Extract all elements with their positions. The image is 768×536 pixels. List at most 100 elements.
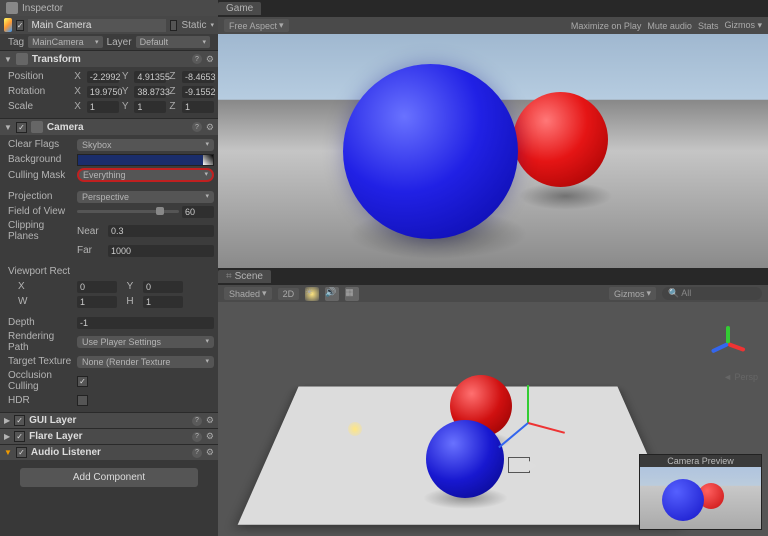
aspect-dropdown[interactable]: Free Aspect ▾ — [224, 19, 289, 32]
near-input[interactable]: 0.3 — [108, 225, 214, 237]
scale-x-input[interactable]: 1 — [87, 101, 119, 113]
gizmos-toggle[interactable]: Gizmos ▾ — [724, 20, 762, 31]
camera-enabled-checkbox[interactable]: ✓ — [16, 122, 27, 133]
audio-icon[interactable]: 🔊 — [325, 287, 339, 301]
red-sphere — [513, 92, 608, 187]
inspector-icon — [6, 2, 18, 14]
background-color-picker[interactable] — [77, 154, 214, 166]
orientation-gizmo[interactable] — [703, 317, 753, 367]
foldout-icon: ▼ — [4, 55, 12, 64]
mute-toggle[interactable]: Mute audio — [647, 21, 692, 31]
static-label: Static — [181, 20, 206, 31]
layer-label: Layer — [107, 37, 132, 48]
occlusion-label: Occlusion Culling — [4, 370, 74, 392]
hdr-label: HDR — [4, 395, 74, 406]
fx-icon[interactable]: ▦ — [345, 287, 359, 301]
tag-label: Tag — [8, 37, 24, 48]
depth-input[interactable]: -1 — [77, 317, 214, 329]
scene-view[interactable]: ◄ Persp Camera Preview — [218, 302, 768, 536]
clipping-label: Clipping Planes — [4, 220, 74, 242]
depth-label: Depth — [4, 317, 74, 328]
rendering-path-dropdown[interactable]: Use Player Settings — [77, 336, 214, 348]
flare-layer-header[interactable]: ▶✓Flare Layer?⚙ — [0, 429, 218, 444]
stats-toggle[interactable]: Stats — [698, 21, 719, 31]
rot-z-input[interactable]: -9.1552 — [182, 86, 214, 98]
pos-y-input[interactable]: 4.91355 — [134, 71, 166, 83]
inspector-title: Inspector — [22, 3, 63, 14]
transform-component: ▼ Transform ? ⚙ Position X-2.2992 Y4.913… — [0, 50, 218, 118]
target-texture-field[interactable]: None (Render Texture — [77, 356, 214, 368]
help-icon[interactable]: ? — [192, 122, 202, 132]
near-label: Near — [77, 226, 105, 237]
active-checkbox[interactable]: ✓ — [16, 20, 25, 31]
viewport-x-input[interactable]: 0 — [77, 281, 117, 293]
pos-x-input[interactable]: -2.2992 — [87, 71, 119, 83]
persp-label[interactable]: ◄ Persp — [723, 372, 758, 382]
rendering-path-label: Rendering Path — [4, 331, 74, 353]
gameobject-icon — [4, 18, 12, 32]
camera-preview-title: Camera Preview — [640, 455, 761, 467]
rotation-label: Rotation — [4, 86, 71, 97]
transform-header[interactable]: ▼ Transform ? ⚙ — [0, 51, 218, 67]
camera-component: ▼ ✓ Camera ? ⚙ Clear FlagsSkybox Backgro… — [0, 118, 218, 412]
viewport-w-input[interactable]: 1 — [77, 296, 117, 308]
camera-icon — [31, 121, 43, 133]
culling-mask-label: Culling Mask — [4, 170, 74, 181]
fov-input[interactable]: 60 — [182, 206, 214, 218]
2d-toggle[interactable]: 2D — [278, 288, 300, 300]
static-dropdown-icon[interactable]: ▾ — [210, 21, 214, 29]
viewport-y-input[interactable]: 0 — [143, 281, 183, 293]
rot-x-input[interactable]: 19.9750 — [87, 86, 119, 98]
camera-gizmo-icon[interactable] — [508, 457, 530, 473]
object-name-input[interactable] — [28, 19, 166, 32]
inspector-tab[interactable]: Inspector — [0, 0, 218, 16]
preview-blue-sphere — [662, 479, 704, 521]
scene-toolbar: Shaded ▾ 2D ☀ 🔊 ▦ Gizmos ▾ 🔍 All — [218, 285, 768, 302]
hdr-checkbox[interactable] — [77, 395, 88, 406]
projection-dropdown[interactable]: Perspective — [77, 191, 214, 203]
gear-icon[interactable]: ⚙ — [206, 122, 214, 133]
blue-sphere — [343, 64, 518, 239]
fov-slider[interactable] — [77, 210, 179, 213]
transform-title: Transform — [32, 54, 81, 65]
right-panels: Game Free Aspect ▾ Maximize on Play Mute… — [218, 0, 768, 536]
camera-header[interactable]: ▼ ✓ Camera ? ⚙ — [0, 119, 218, 135]
scene-search-input[interactable]: 🔍 All — [662, 287, 762, 300]
target-texture-label: Target Texture — [4, 356, 74, 367]
tag-dropdown[interactable]: MainCamera — [28, 36, 102, 48]
pos-z-input[interactable]: -8.4653 — [182, 71, 214, 83]
gear-icon[interactable]: ⚙ — [206, 54, 214, 65]
camera-title: Camera — [47, 122, 84, 133]
scale-y-input[interactable]: 1 — [134, 101, 166, 113]
light-icon[interactable]: ☀ — [305, 287, 319, 301]
game-tab[interactable]: Game — [218, 2, 261, 15]
viewport-h-input[interactable]: 1 — [143, 296, 183, 308]
position-label: Position — [4, 71, 71, 82]
fov-label: Field of View — [4, 206, 74, 217]
scene-gizmos-dropdown[interactable]: Gizmos ▾ — [609, 287, 656, 300]
help-icon[interactable]: ? — [192, 54, 202, 64]
shaded-dropdown[interactable]: Shaded ▾ — [224, 287, 272, 300]
scene-blue-sphere[interactable] — [426, 420, 504, 498]
add-component-button[interactable]: Add Component — [20, 468, 198, 487]
projection-label: Projection — [4, 191, 74, 202]
occlusion-checkbox[interactable]: ✓ — [77, 376, 88, 387]
clear-flags-dropdown[interactable]: Skybox — [77, 139, 214, 151]
light-gizmo-icon[interactable] — [348, 422, 362, 436]
far-input[interactable]: 1000 — [108, 245, 214, 257]
rot-y-input[interactable]: 38.8733 — [134, 86, 166, 98]
layer-dropdown[interactable]: Default — [136, 36, 210, 48]
clear-flags-label: Clear Flags — [4, 139, 74, 150]
gui-layer-header[interactable]: ▶✓GUI Layer?⚙ — [0, 413, 218, 428]
inspector-panel: Inspector ✓ Static ▾ Tag MainCamera Laye… — [0, 0, 218, 536]
scale-z-input[interactable]: 1 — [182, 101, 214, 113]
far-label: Far — [77, 245, 105, 256]
viewport-label: Viewport Rect — [4, 266, 74, 277]
audio-listener-header[interactable]: ▼✓Audio Listener?⚙ — [0, 445, 218, 460]
culling-mask-dropdown[interactable]: Everything — [77, 168, 214, 182]
game-view[interactable] — [218, 34, 768, 268]
static-checkbox[interactable] — [170, 20, 177, 31]
game-toolbar: Free Aspect ▾ Maximize on Play Mute audi… — [218, 17, 768, 34]
scene-tab[interactable]: ⌗Scene — [218, 270, 271, 283]
maximize-toggle[interactable]: Maximize on Play — [571, 21, 642, 31]
